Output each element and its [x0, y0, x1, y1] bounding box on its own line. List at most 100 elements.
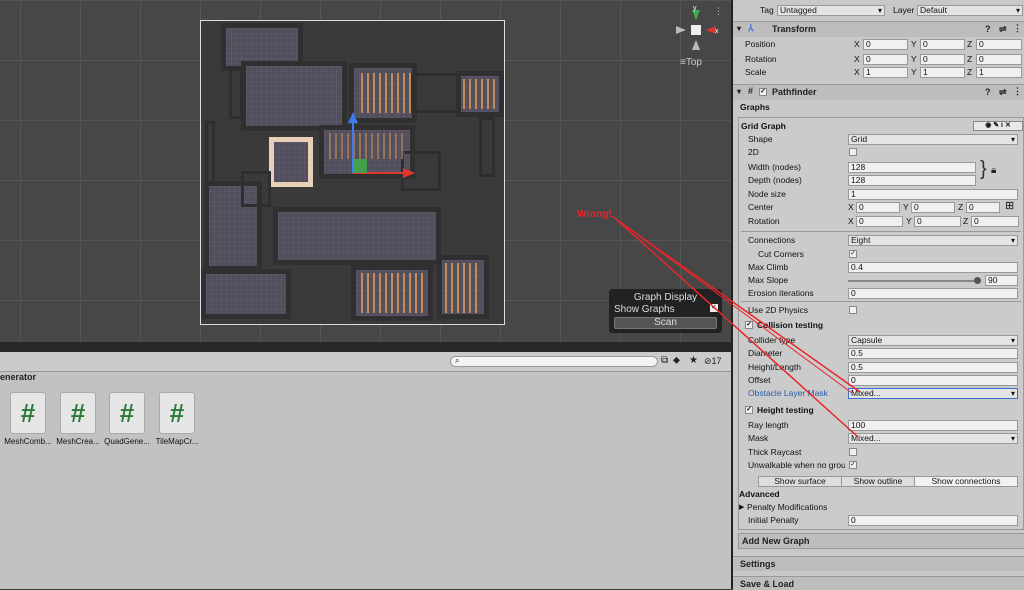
position-z-field[interactable]: 0	[976, 39, 1022, 50]
unwalkable-checkbox[interactable]: ✓	[849, 461, 857, 469]
show-graphs-checkbox[interactable]: ✓	[710, 304, 718, 312]
diameter-field[interactable]: 0.5	[848, 348, 1018, 359]
hidden-packages-icon[interactable]: ⊘17	[704, 356, 722, 367]
position-y-field[interactable]: 0	[920, 39, 965, 50]
layer-dropdown[interactable]: Default	[917, 5, 1023, 16]
show-connections-button[interactable]: Show connections	[914, 476, 1018, 487]
help-icon[interactable]: ?	[985, 87, 991, 97]
view-mode-label[interactable]: ≡Top	[680, 57, 702, 68]
erosion-field[interactable]: 0	[848, 288, 1018, 299]
search-input[interactable]: ⌕	[450, 356, 658, 367]
rotation-y-field[interactable]: 0	[920, 54, 965, 65]
lock-icon[interactable]: ⋮	[714, 6, 723, 16]
height-testing-label: Height testing	[757, 405, 814, 415]
context-menu-icon[interactable]: ⋮	[1013, 86, 1022, 97]
search-icon: ⌕	[455, 356, 460, 365]
use-2d-physics-checkbox[interactable]	[849, 306, 857, 314]
unwalkable-label: Unwalkable when no groui	[748, 460, 845, 470]
depth-field[interactable]: 128	[848, 175, 976, 186]
move-gizmo[interactable]	[341, 109, 421, 181]
collision-testing-checkbox[interactable]: ✓	[745, 321, 753, 329]
snap-icon[interactable]: ⊞	[1005, 200, 1014, 213]
room	[201, 269, 291, 319]
ray-length-field[interactable]: 100	[848, 420, 1018, 431]
tag-icon[interactable]: ⬥	[673, 355, 680, 366]
connections-dropdown[interactable]: Eight	[848, 235, 1018, 246]
center-z-field[interactable]: 0	[966, 202, 1000, 213]
scale-x-field[interactable]: 1	[863, 67, 908, 78]
component-enabled-checkbox[interactable]: ✓	[759, 88, 767, 96]
axis-y: Y	[903, 202, 909, 212]
grid-graph-label: Grid Graph	[741, 121, 786, 131]
help-icon[interactable]: ?	[985, 24, 991, 34]
save-load-section[interactable]: Save & Load	[733, 576, 1024, 590]
max-slope-field[interactable]: 90	[985, 275, 1018, 286]
asset-item[interactable]: # TileMapCr...	[151, 392, 203, 446]
rotation-x-field[interactable]: 0	[863, 54, 908, 65]
view-label: Top	[685, 57, 702, 68]
foldout-arrow-icon[interactable]: ▾	[737, 87, 741, 96]
rotation-label: Rotation	[745, 54, 777, 64]
collider-type-dropdown[interactable]: Capsule	[848, 335, 1018, 346]
offset-field[interactable]: 0	[848, 375, 1018, 386]
twod-checkbox[interactable]	[849, 148, 857, 156]
penalty-modifications-label[interactable]: Penalty Modifications	[747, 501, 827, 514]
show-outline-button[interactable]: Show outline	[841, 476, 915, 487]
center-label: Center	[748, 202, 774, 212]
axis-y: Y	[906, 216, 912, 226]
mask-label: Mask	[748, 433, 769, 443]
height-testing-checkbox[interactable]: ✓	[745, 406, 753, 414]
scene-view[interactable]: y x ≡Top ⋮ Graph Display Show Graphs ✓ S…	[0, 0, 731, 342]
max-slope-slider-thumb[interactable]	[974, 277, 981, 284]
node-size-field[interactable]: 1	[848, 189, 1018, 200]
crate-grid	[463, 79, 497, 109]
corridor	[411, 73, 461, 113]
axis-z: Z	[967, 67, 973, 77]
cut-corners-checkbox[interactable]: ✓	[849, 250, 857, 258]
filter-icon[interactable]: ⧉	[661, 355, 668, 366]
context-menu-icon[interactable]: ⋮	[1013, 23, 1022, 34]
center-x-field[interactable]: 0	[856, 202, 900, 213]
scale-z-field[interactable]: 1	[976, 67, 1022, 78]
obstacle-layer-mask-dropdown[interactable]: Mixed...	[848, 388, 1018, 399]
axis-x-label: x	[715, 28, 719, 35]
asset-label: QuadGene...	[104, 437, 150, 446]
asset-item[interactable]: # MeshCrea...	[52, 392, 104, 446]
shape-dropdown[interactable]: Grid	[848, 134, 1018, 145]
transform-header[interactable]: ▾ ⅄ Transform ? ⇌ ⋮	[733, 21, 1024, 37]
lock-icon[interactable]: 🔒︎	[991, 165, 996, 176]
scan-button[interactable]: Scan	[614, 317, 717, 329]
mask-dropdown[interactable]: Mixed...	[848, 433, 1018, 444]
thick-raycast-checkbox[interactable]	[849, 448, 857, 456]
graph-tools-icon[interactable]: ◉ ✎ i ✕	[973, 121, 1023, 131]
preset-icon[interactable]: ⇌	[999, 87, 1007, 98]
crate-grid	[445, 263, 481, 313]
asset-item[interactable]: # QuadGene...	[101, 392, 153, 446]
obstacle-layer-mask-label: Obstacle Layer Mask	[748, 388, 828, 398]
show-surface-button[interactable]: Show surface	[758, 476, 842, 487]
tag-dropdown[interactable]: Untagged	[777, 5, 885, 16]
add-new-graph-button[interactable]: Add New Graph	[738, 533, 1024, 549]
max-slope-slider[interactable]	[848, 280, 978, 282]
asset-item[interactable]: # MeshComb...	[2, 392, 54, 446]
settings-section[interactable]: Settings	[733, 556, 1024, 571]
foldout-arrow-icon[interactable]: ▾	[737, 24, 741, 33]
position-x-field[interactable]: 0	[863, 39, 908, 50]
transform-title: Transform	[772, 24, 817, 34]
graph-rotation-z-field[interactable]: 0	[971, 216, 1019, 227]
width-field[interactable]: 128	[848, 162, 976, 173]
foldout-arrow-icon[interactable]: ▶	[739, 501, 744, 514]
star-icon[interactable]: ★	[689, 355, 698, 366]
axis-z: Z	[967, 39, 973, 49]
axis-z: Z	[958, 202, 964, 212]
center-y-field[interactable]: 0	[911, 202, 955, 213]
initial-penalty-field[interactable]: 0	[848, 515, 1018, 526]
height-length-field[interactable]: 0.5	[848, 362, 1018, 373]
scale-y-field[interactable]: 1	[920, 67, 965, 78]
preset-icon[interactable]: ⇌	[999, 24, 1007, 35]
max-climb-field[interactable]: 0.4	[848, 262, 1018, 273]
pathfinder-header[interactable]: ▾ # ✓ Pathfinder ? ⇌ ⋮	[733, 84, 1024, 100]
graph-rotation-y-field[interactable]: 0	[914, 216, 961, 227]
rotation-z-field[interactable]: 0	[976, 54, 1022, 65]
graph-rotation-x-field[interactable]: 0	[856, 216, 903, 227]
